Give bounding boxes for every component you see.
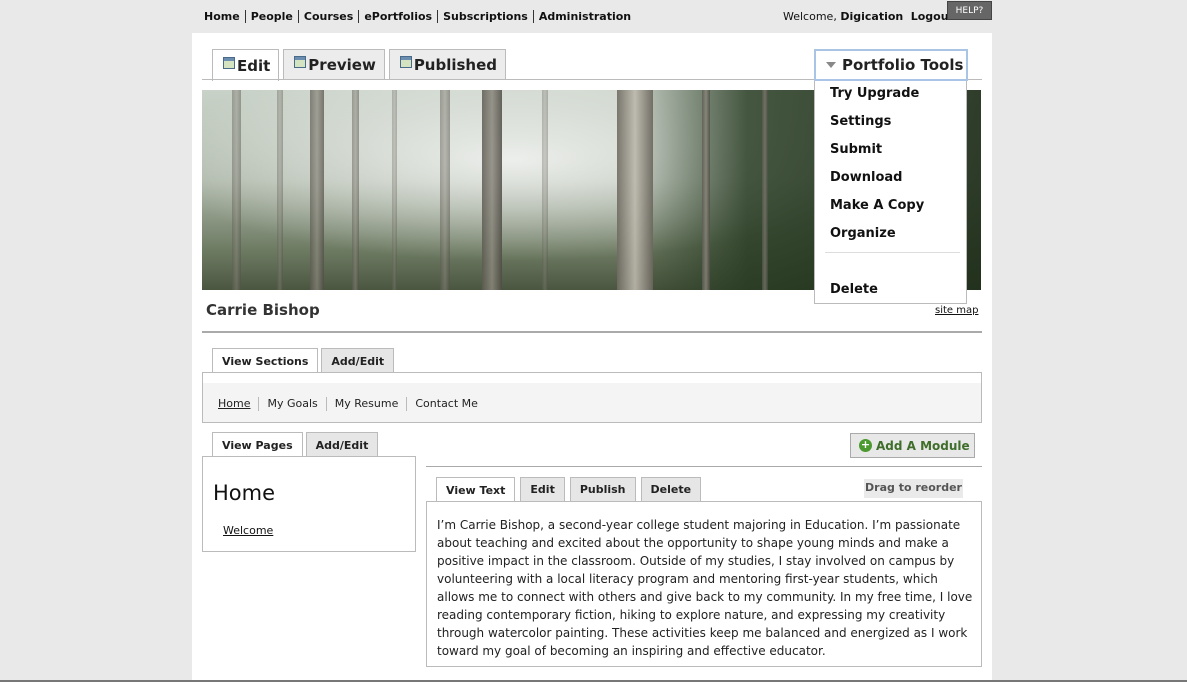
page-icon bbox=[294, 56, 307, 68]
tab-published[interactable]: Published bbox=[388, 49, 507, 80]
section-my-goals[interactable]: My Goals bbox=[258, 397, 325, 411]
tab-preview-label: Preview bbox=[308, 56, 376, 74]
menu-submit[interactable]: Submit bbox=[830, 142, 882, 157]
tab-view-text[interactable]: View Text bbox=[436, 477, 516, 502]
add-module-label: Add A Module bbox=[876, 438, 970, 453]
portfolio-tools-menu: Try Upgrade Settings Submit Download Mak… bbox=[814, 81, 967, 304]
tab-module-edit[interactable]: Edit bbox=[520, 477, 565, 501]
menu-download[interactable]: Download bbox=[830, 170, 902, 185]
page-link-welcome[interactable]: Welcome bbox=[223, 524, 273, 537]
tab-view-sections[interactable]: View Sections bbox=[212, 348, 319, 374]
content: Edit Preview Published Carrie Bishop sit… bbox=[192, 0, 992, 682]
drag-handle[interactable]: Drag to reorder bbox=[864, 479, 963, 498]
tab-module-publish[interactable]: Publish bbox=[569, 477, 636, 501]
tab-published-label: Published bbox=[413, 56, 498, 74]
section-my-resume[interactable]: My Resume bbox=[325, 397, 407, 411]
menu-settings[interactable]: Settings bbox=[830, 114, 891, 129]
portfolio-tools-button[interactable]: Portfolio Tools bbox=[814, 49, 968, 81]
pages-title: Home bbox=[213, 481, 276, 505]
tab-view-pages[interactable]: View Pages bbox=[212, 432, 303, 458]
menu-organize[interactable]: Organize bbox=[830, 226, 896, 241]
chevron-down-icon bbox=[826, 62, 836, 68]
portfolio-owner-name: Carrie Bishop bbox=[206, 301, 320, 319]
section-links: Home My Goals My Resume Contact Me bbox=[218, 397, 486, 411]
tab-add-edit-sections[interactable]: Add/Edit bbox=[321, 348, 395, 373]
page-tabs: View Pages Add/Edit bbox=[212, 432, 381, 458]
tab-edit[interactable]: Edit bbox=[212, 49, 280, 81]
plus-icon: + bbox=[859, 438, 872, 452]
section-contact-me[interactable]: Contact Me bbox=[406, 397, 486, 411]
section-home[interactable]: Home bbox=[218, 397, 258, 411]
add-module-button[interactable]: + Add A Module bbox=[850, 433, 975, 458]
menu-delete[interactable]: Delete bbox=[830, 282, 878, 297]
divider bbox=[202, 331, 982, 333]
menu-make-a-copy[interactable]: Make A Copy bbox=[830, 198, 924, 213]
menu-divider bbox=[825, 252, 960, 253]
tab-add-edit-pages[interactable]: Add/Edit bbox=[305, 432, 379, 457]
divider bbox=[426, 466, 982, 467]
mode-tabs: Edit Preview Published bbox=[212, 49, 510, 81]
page-icon bbox=[399, 56, 412, 68]
text-module: I’m Carrie Bishop, a second-year college… bbox=[426, 501, 982, 667]
tab-preview[interactable]: Preview bbox=[283, 49, 385, 80]
pages-panel: Home Welcome bbox=[202, 456, 416, 552]
site-map-link[interactable]: site map bbox=[935, 305, 978, 316]
tab-edit-label: Edit bbox=[237, 56, 271, 75]
section-tabs: View Sections Add/Edit bbox=[212, 348, 397, 374]
sections-panel: Home My Goals My Resume Contact Me bbox=[202, 372, 982, 423]
menu-try-upgrade[interactable]: Try Upgrade bbox=[830, 86, 919, 101]
tab-module-delete[interactable]: Delete bbox=[640, 477, 702, 501]
module-text: I’m Carrie Bishop, a second-year college… bbox=[437, 518, 973, 658]
portfolio-tools-label: Portfolio Tools bbox=[842, 56, 964, 74]
module-tabs: View Text Edit Publish Delete bbox=[436, 477, 706, 502]
page-icon bbox=[223, 56, 235, 69]
